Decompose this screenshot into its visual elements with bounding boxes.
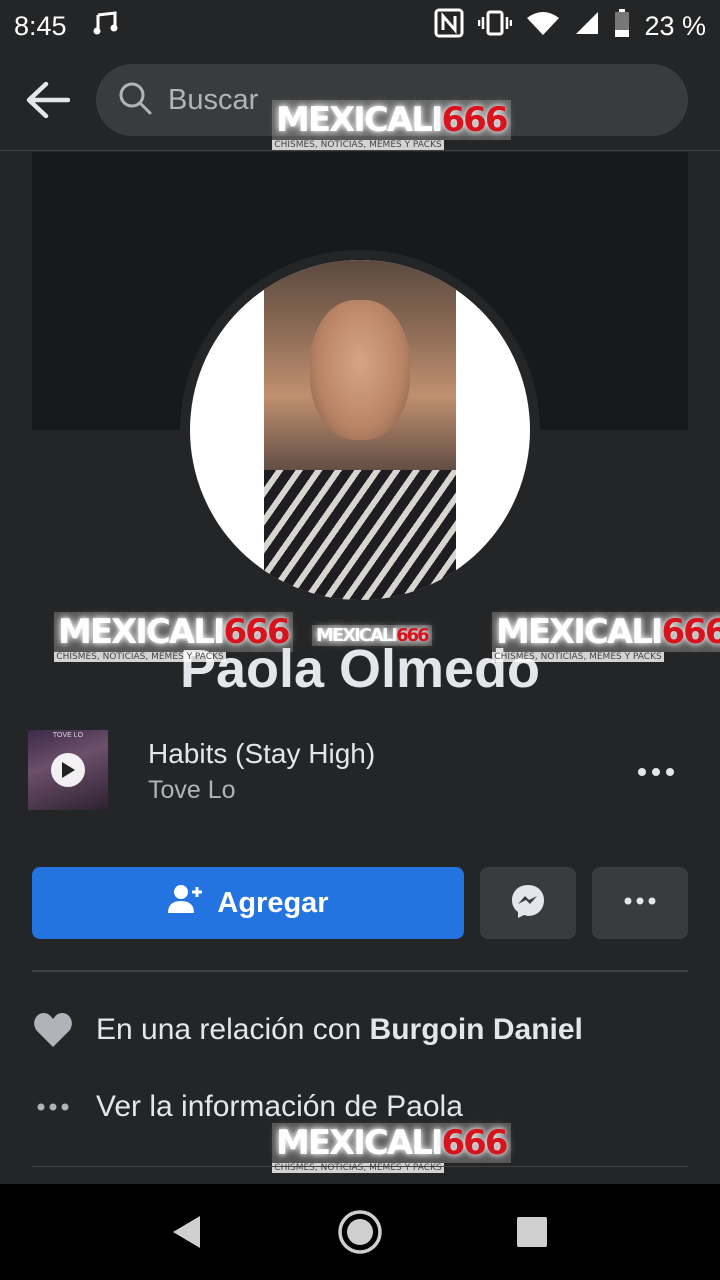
watermark-number: 666: [223, 612, 291, 652]
section-divider: [32, 970, 688, 972]
relationship-row[interactable]: En una relación con Burgoin Daniel: [32, 1005, 688, 1055]
status-bar: 8:45 23 %: [0, 0, 720, 52]
watermark-brand: MEXICALI: [276, 100, 444, 140]
profile-avatar[interactable]: [190, 260, 530, 600]
header-divider: [0, 150, 720, 151]
song-title: Habits (Stay High): [148, 738, 376, 769]
nav-back-icon[interactable]: [160, 1206, 212, 1258]
watermark-logo: MEXICALI666 CHISMES, NOTICIAS, MEMES Y P…: [492, 612, 720, 662]
see-info-text: Ver la información de Paola: [96, 1090, 463, 1123]
profile-actions: Agregar: [32, 867, 688, 939]
nfc-icon: [434, 8, 464, 45]
watermark-brand: MEXICALI: [58, 612, 226, 652]
relationship-partner[interactable]: Burgoin Daniel: [370, 1013, 583, 1046]
watermark-tagline: CHISMES, NOTICIAS, MEMES Y PACKS: [272, 140, 444, 150]
add-friend-label: Agregar: [217, 886, 329, 919]
watermark-number: 666: [396, 625, 430, 646]
battery-icon: [614, 8, 630, 44]
song-more-icon[interactable]: [634, 752, 678, 792]
vibrate-icon: [478, 10, 513, 43]
watermark-brand: MEXICALI: [276, 1123, 444, 1163]
album-label: TOVE LO: [52, 732, 84, 739]
more-icon: [32, 1086, 74, 1128]
watermark-brand: MEXICALI: [316, 625, 398, 646]
song-artist: Tove Lo: [148, 776, 236, 804]
system-nav-bar: [0, 1184, 720, 1280]
relationship-prefix: En una relación con: [96, 1013, 362, 1046]
watermark-number: 666: [441, 100, 509, 140]
search-icon: [118, 81, 152, 120]
add-friend-icon: [167, 883, 203, 923]
watermark-tagline: CHISMES, NOTICIAS, MEMES Y PACKS: [492, 652, 664, 662]
signal-icon: [574, 10, 600, 43]
more-icon: [622, 894, 658, 912]
relationship-text: En una relación con Burgoin Daniel: [96, 1013, 583, 1047]
watermark-logo: MEXICALI666 CHISMES, NOTICIAS, MEMES Y P…: [54, 612, 293, 662]
music-note-icon: [93, 10, 119, 43]
watermark-brand: MEXICALI: [496, 612, 664, 652]
add-friend-button[interactable]: Agregar: [32, 867, 464, 939]
nav-home-icon[interactable]: [334, 1206, 386, 1258]
watermark-number: 666: [441, 1123, 509, 1163]
album-art[interactable]: TOVE LO: [28, 730, 108, 810]
nav-recents-icon[interactable]: [506, 1206, 558, 1258]
watermark-tagline: CHISMES, NOTICIAS, MEMES Y PACKS: [272, 1163, 444, 1173]
back-arrow-icon[interactable]: [24, 80, 71, 120]
play-icon[interactable]: [51, 753, 85, 787]
profile-song: TOVE LO Habits (Stay High) Tove Lo: [28, 730, 688, 812]
battery-percent: 23 %: [644, 10, 706, 41]
status-time: 8:45: [14, 10, 67, 41]
bottom-divider: [32, 1166, 688, 1167]
messenger-button[interactable]: [480, 867, 576, 939]
more-options-button[interactable]: [592, 867, 688, 939]
profile-photo-clothing: [264, 470, 456, 600]
heart-icon: [32, 1009, 74, 1051]
watermark-number: 666: [661, 612, 720, 652]
watermark-logo: MEXICALI666: [312, 625, 432, 646]
watermark-tagline: CHISMES, NOTICIAS, MEMES Y PACKS: [54, 652, 226, 662]
watermark-logo: MEXICALI666 CHISMES, NOTICIAS, MEMES Y P…: [272, 100, 511, 150]
profile-photo-face: [310, 300, 410, 440]
wifi-icon: [526, 10, 560, 43]
messenger-icon: [510, 883, 546, 924]
